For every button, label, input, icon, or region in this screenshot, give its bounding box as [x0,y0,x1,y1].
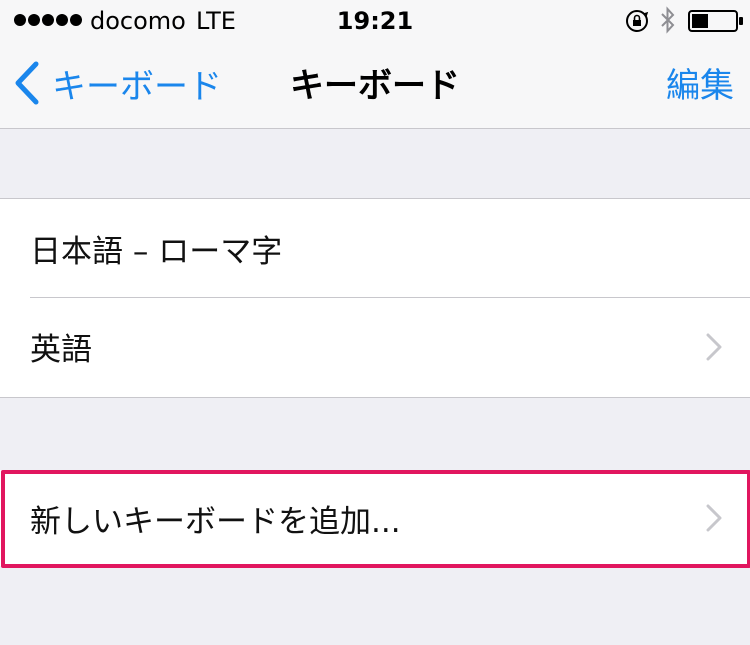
add-keyboard-label: 新しいキーボードを追加... [30,503,401,540]
edit-button[interactable]: 編集 [666,58,734,107]
add-keyboard-group: 新しいキーボードを追加... [0,470,750,566]
bluetooth-icon [661,6,675,34]
list-item-japanese-romaji[interactable]: 日本語 – ローマ字 [0,199,750,297]
page-title: キーボード [290,66,460,106]
chevron-right-icon [706,333,722,360]
keyboard-list: 日本語 – ローマ字 英語 [0,198,750,398]
list-item-english[interactable]: 英語 [0,297,750,396]
list-item-label: 英語 [30,332,92,368]
header: docomo LTE 19:21 キーボード キーボード 編集 [0,0,750,129]
status-bar: docomo LTE 19:21 [0,0,750,40]
add-keyboard-button[interactable]: 新しいキーボードを追加... [0,470,750,566]
rotation-lock-icon [626,10,649,32]
battery-icon [688,10,743,32]
chevron-right-icon [706,504,722,532]
list-item-label: 日本語 – ローマ字 [30,233,283,270]
